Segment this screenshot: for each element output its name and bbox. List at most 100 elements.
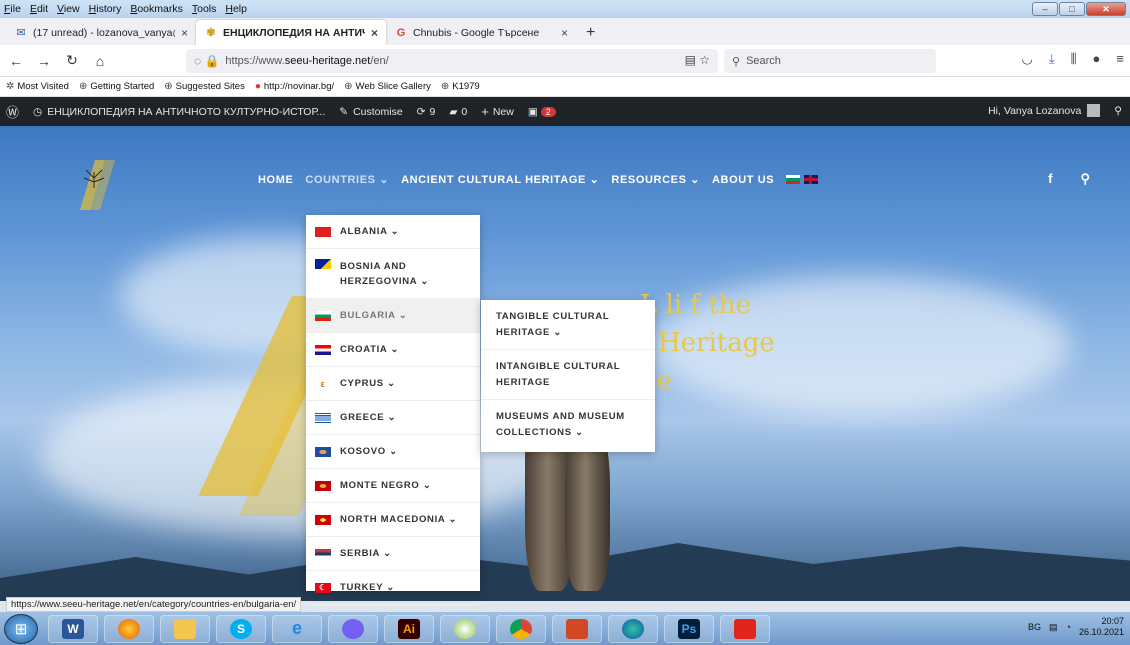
clock[interactable]: 20:07 26.10.2021 (1079, 616, 1124, 638)
search-input[interactable]: ⚲ Search (724, 49, 936, 73)
back-icon[interactable]: ← (4, 49, 28, 73)
palette-icon (454, 618, 476, 639)
network-icon[interactable]: ▤ (1049, 622, 1058, 633)
firefox-icon (118, 618, 140, 639)
menu-bar: File Edit View History Bookmarks Tools H… (0, 0, 1130, 18)
taskbar-skype[interactable]: S (216, 614, 266, 643)
tab-encyclopedia[interactable]: ✾ ЕНЦИКЛОПЕДИЯ НА АНТИЧН × (196, 20, 386, 45)
wp-new[interactable]: + New (481, 104, 514, 119)
taskbar-word[interactable]: W (48, 614, 98, 643)
new-tab-button[interactable]: + (576, 20, 605, 45)
taskbar-edge[interactable] (608, 614, 658, 643)
wp-account[interactable]: Hi, Vanya Lozanova ⚲ (988, 104, 1122, 117)
forward-icon[interactable]: → (32, 49, 56, 73)
window-controls: – □ ✕ (1032, 2, 1126, 16)
language-indicator[interactable]: BG (1028, 622, 1041, 632)
nav-ancient-cultural-heritage[interactable]: ANCIENT CULTURAL HERITAGE ⌄ (401, 173, 599, 186)
north-macedonia-flag-icon (315, 514, 331, 525)
minimize-button[interactable]: – (1032, 2, 1058, 16)
menu-history[interactable]: History (89, 3, 122, 15)
country-bulgaria[interactable]: BULGARIA ⌄ (306, 299, 480, 333)
facebook-icon[interactable]: f (1048, 171, 1052, 187)
reader-star-icons[interactable]: ▤ ☆ (685, 53, 710, 67)
nav-home[interactable]: HOME (258, 174, 293, 186)
country-turkey[interactable]: ☾ TURKEY ⌄ (306, 571, 480, 605)
country-serbia[interactable]: SERBIA ⌄ (306, 537, 480, 571)
menu-help[interactable]: Help (225, 3, 247, 15)
menu-view[interactable]: View (57, 3, 80, 15)
acrobat-icon (734, 618, 756, 639)
library-icon[interactable]: ⫼ (1071, 51, 1077, 67)
home-icon[interactable]: ⌂ (88, 49, 112, 73)
close-icon[interactable]: × (561, 26, 568, 40)
wordpress-logo-icon[interactable]: Ⓦ (6, 102, 19, 121)
tab-mail[interactable]: ✉ (17 unread) - lozanova_vanya@ × (6, 20, 196, 45)
menu-edit[interactable]: Edit (30, 3, 48, 15)
taskbar-explorer[interactable] (160, 614, 210, 643)
search-placeholder: Search (746, 55, 781, 67)
country-kosovo[interactable]: KOSOVO ⌄ (306, 435, 480, 469)
language-switcher[interactable] (786, 174, 819, 186)
close-icon[interactable]: × (181, 26, 188, 40)
shield-lock-icon: ◌ 🔒 (194, 54, 220, 68)
kosovo-flag-icon (315, 446, 331, 457)
close-icon[interactable]: × (371, 26, 378, 40)
mail-icon: ✉ (16, 27, 26, 39)
taskbar-powerpoint[interactable] (552, 614, 602, 643)
country-greece[interactable]: GREECE ⌄ (306, 401, 480, 435)
submenu-museums-collections[interactable]: MUSEUMS AND MUSEUM COLLECTIONS ⌄ (481, 400, 655, 450)
bookmark-web-slice-gallery[interactable]: ⊕ Web Slice Gallery (344, 81, 431, 92)
wp-site-name[interactable]: ◷ ЕНЦИКЛОПЕДИЯ НА АНТИЧНОТО КУЛТУРНО-ИСТО… (33, 106, 325, 118)
wp-comments[interactable]: ▰ 0 (449, 106, 467, 118)
close-window-button[interactable]: ✕ (1086, 2, 1126, 16)
taskbar-paint[interactable] (440, 614, 490, 643)
nav-about-us[interactable]: ABOUT US (712, 174, 774, 186)
start-button[interactable]: ⊞ (4, 613, 38, 644)
wp-notifications[interactable]: ▣ 2 (528, 106, 556, 118)
site-favicon-icon: ● (254, 81, 261, 92)
search-icon[interactable]: ⚲ (1080, 171, 1090, 187)
site-logo[interactable] (60, 160, 120, 210)
url-bar[interactable]: ◌ 🔒 https://www.seeu-heritage.net/en/ ▤ … (186, 49, 718, 73)
taskbar-illustrator[interactable]: Ai (384, 614, 434, 643)
country-bosnia-herzegovina[interactable]: BOSNIA AND HERZEGOVINA ⌄ (306, 249, 480, 299)
country-north-macedonia[interactable]: NORTH MACEDONIA ⌄ (306, 503, 480, 537)
country-montenegro[interactable]: MONTE NEGRO ⌄ (306, 469, 480, 503)
tab-google[interactable]: G Chnubis - Google Търсене × (386, 20, 576, 45)
link-status-bar: https://www.seeu-heritage.net/en/categor… (6, 597, 302, 612)
country-croatia[interactable]: CROATIA ⌄ (306, 333, 480, 367)
hamburger-menu-icon[interactable]: ≡ (1116, 51, 1124, 67)
bookmark-suggested-sites[interactable]: ⊕ Suggested Sites (164, 81, 245, 92)
taskbar-viber[interactable] (328, 614, 378, 643)
menu-tools[interactable]: Tools (192, 3, 217, 15)
submenu-tangible-cultural-heritage[interactable]: TANGIBLE CULTURAL HERITAGE ⌄ (481, 300, 655, 350)
menu-bookmarks[interactable]: Bookmarks (130, 3, 183, 15)
menu-file[interactable]: File (4, 3, 21, 15)
bulgarian-flag-icon[interactable] (786, 175, 801, 185)
wp-updates[interactable]: ⟳ 9 (417, 106, 436, 118)
account-icon[interactable]: ● (1093, 51, 1101, 67)
taskbar-ie[interactable]: e (272, 614, 322, 643)
search-icon[interactable]: ⚲ (1114, 105, 1122, 117)
country-albania[interactable]: ALBANIA ⌄ (306, 215, 480, 249)
wp-customise[interactable]: ✎ Customise (339, 106, 402, 118)
uk-flag-icon[interactable] (804, 175, 819, 185)
bookmark-getting-started[interactable]: ⊕ Getting Started (79, 81, 154, 92)
reload-icon[interactable]: ↻ (60, 49, 84, 73)
taskbar-firefox[interactable] (104, 614, 154, 643)
bookmark-most-visited[interactable]: ✲ Most Visited (6, 81, 69, 92)
submenu-intangible-cultural-heritage[interactable]: INTANGIBLE CULTURAL HERITAGE (481, 350, 655, 400)
taskbar-chrome[interactable] (496, 614, 546, 643)
pocket-icon[interactable]: ◡ (1021, 51, 1032, 67)
nav-resources[interactable]: RESOURCES ⌄ (611, 173, 700, 186)
bookmark-k1979[interactable]: ⊕ K1979 (441, 81, 480, 92)
nav-countries[interactable]: COUNTRIES ⌄ (305, 173, 389, 186)
volume-icon[interactable]: ◔ (1066, 622, 1071, 632)
bulgaria-submenu: TANGIBLE CULTURAL HERITAGE ⌄ INTANGIBLE … (481, 300, 655, 452)
country-cyprus[interactable]: ε CYPRUS ⌄ (306, 367, 480, 401)
taskbar-acrobat[interactable] (720, 614, 770, 643)
maximize-button[interactable]: □ (1059, 2, 1085, 16)
bookmark-novinar[interactable]: ● http://novinar.bg/ (255, 81, 334, 92)
taskbar-photoshop[interactable]: Ps (664, 614, 714, 643)
download-icon[interactable]: ⤓ (1049, 51, 1055, 67)
